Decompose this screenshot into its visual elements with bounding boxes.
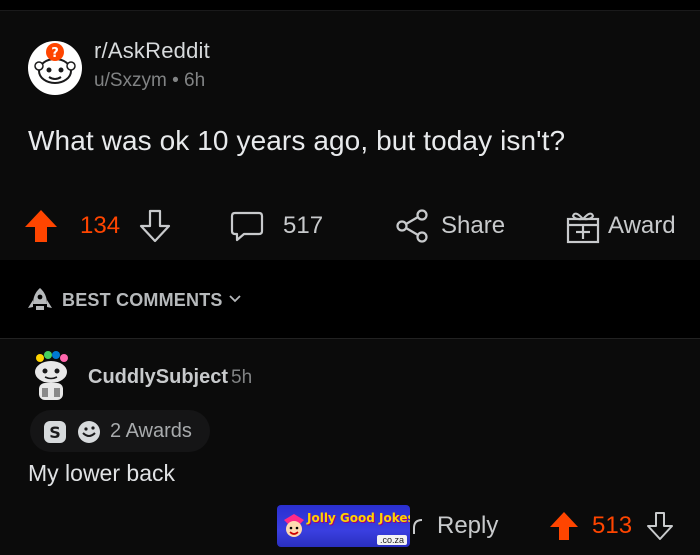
subreddit-avatar-icon[interactable]: ? [26,40,84,96]
comment-body: My lower back [28,460,175,486]
comment-username[interactable]: CuddlySubject [88,366,228,389]
chevron-down-icon[interactable] [228,294,242,304]
downvote-icon[interactable] [138,208,172,244]
comment-time: 5h [231,367,253,388]
post-action-bar: 134 517 Share Award [0,200,700,252]
watermark-domain: .co.za [376,535,407,545]
comment-upvote-count: 513 [592,512,633,539]
wholesome-award-icon [78,421,100,443]
jester-icon [284,514,304,537]
post-comment-count[interactable]: 517 [283,212,323,240]
comment-icon[interactable] [230,209,264,243]
comment-downvote-icon[interactable] [646,510,674,542]
subreddit-name[interactable]: r/AskReddit [94,38,210,64]
awards-count: 2 Awards [110,420,192,442]
award-button[interactable]: Award [608,212,676,240]
post-meta[interactable]: u/Sxzym • 6h [94,70,205,92]
post-title[interactable]: What was ok 10 years ago, but today isn'… [28,125,565,157]
avatar[interactable] [26,350,76,404]
award-icon[interactable] [565,207,601,245]
upvote-icon[interactable] [24,208,58,244]
svg-text:?: ? [51,46,59,61]
post-upvote-count: 134 [80,212,121,239]
share-button[interactable]: Share [441,212,505,240]
reply-button[interactable]: Reply [437,512,498,540]
rocket-icon[interactable] [27,286,53,314]
watermark-title: Jolly Good Jokes [307,511,410,525]
sort-dropdown[interactable]: BEST COMMENTS [62,290,223,311]
svg-text:S: S [49,423,61,442]
silver-award-icon: S [44,421,66,443]
reply-icon[interactable] [412,516,432,538]
comment-divider [0,338,700,339]
comment-upvote-icon[interactable] [549,510,579,542]
share-icon[interactable] [394,209,430,243]
watermark-logo: Jolly Good Jokes .co.za [277,505,410,547]
